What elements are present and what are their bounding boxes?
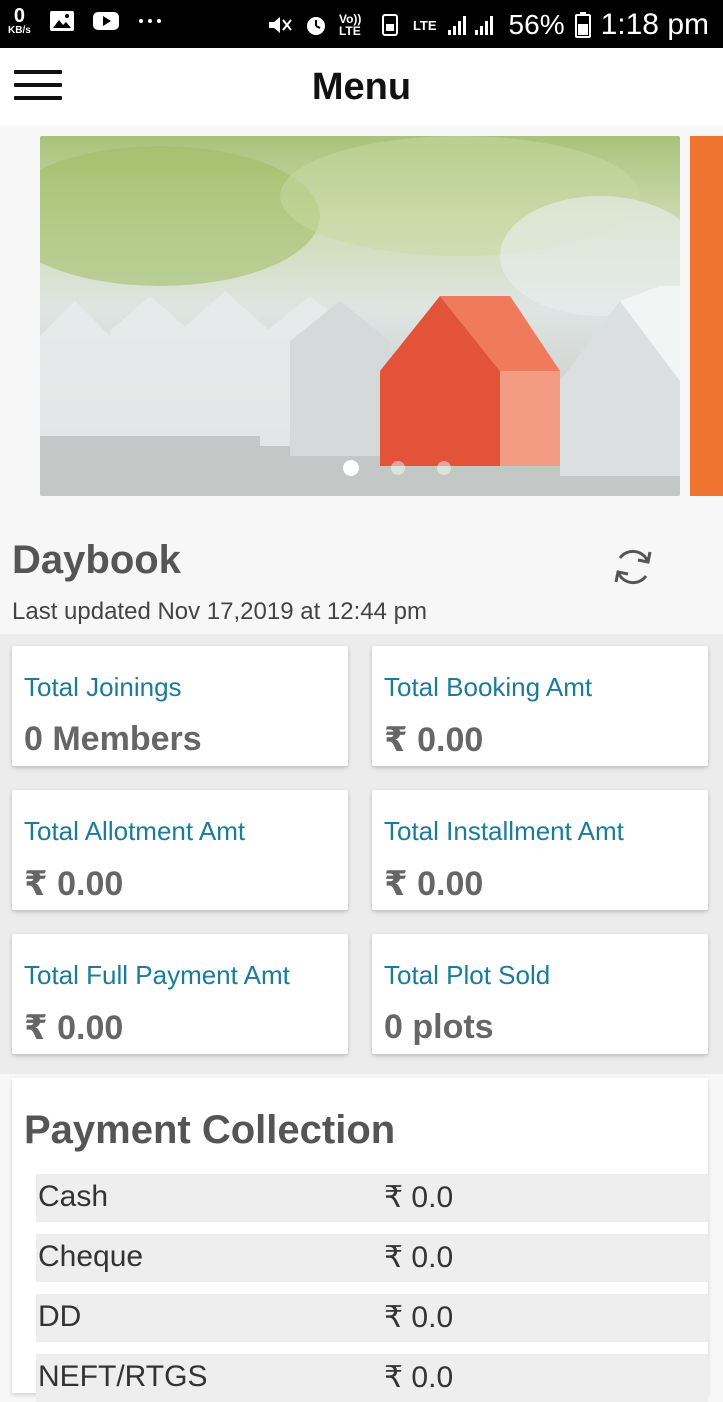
card-label: Total Allotment Amt xyxy=(24,816,246,846)
image-carousel[interactable] xyxy=(0,126,723,512)
payment-method: NEFT/RTGS xyxy=(38,1360,208,1393)
mute-icon xyxy=(268,17,292,33)
carousel-dot-2[interactable] xyxy=(391,461,405,475)
payment-method: DD xyxy=(38,1300,82,1333)
network-speed-value: 0 xyxy=(13,5,25,27)
card-total-full-payment-amt[interactable]: Total Full Payment Amt ₹ 0.00 xyxy=(12,934,348,1054)
card-value: ₹ 0.00 xyxy=(384,721,484,759)
daybook-title: Daybook xyxy=(12,538,181,582)
payment-amount: ₹ 0.0 xyxy=(384,1301,454,1334)
payment-collection-panel: Payment Collection Cash ₹ 0.0 Cheque ₹ 0… xyxy=(12,1078,708,1402)
houses-illustration xyxy=(40,136,680,496)
lte-label: LTE xyxy=(412,17,437,33)
payment-amount: ₹ 0.0 xyxy=(384,1241,454,1274)
carousel-slide-next[interactable] xyxy=(690,136,723,496)
alarm-icon xyxy=(306,17,325,35)
network-speed: 0 KB/s xyxy=(8,6,31,36)
card-label: Total Booking Amt xyxy=(384,672,593,702)
more-icon xyxy=(138,19,161,23)
network-speed-unit: KB/s xyxy=(8,25,31,36)
payment-row-cash: Cash ₹ 0.0 xyxy=(36,1174,708,1222)
payment-method: Cheque xyxy=(38,1240,144,1273)
carousel-dot-1[interactable] xyxy=(343,460,359,476)
last-updated-text: Last updated Nov 17,2019 at 12:44 pm xyxy=(12,598,427,625)
payment-row-cheque: Cheque ₹ 0.0 xyxy=(36,1234,708,1282)
image-icon xyxy=(49,11,74,31)
payment-row-dd: DD ₹ 0.0 xyxy=(36,1294,708,1342)
status-time: 1:18 pm xyxy=(600,8,709,41)
card-label: Total Installment Amt xyxy=(384,816,624,846)
card-total-booking-amt[interactable]: Total Booking Amt ₹ 0.00 xyxy=(372,646,708,766)
sim-icon xyxy=(381,14,398,36)
card-total-installment-amt[interactable]: Total Installment Amt ₹ 0.00 xyxy=(372,790,708,910)
signal-icon xyxy=(447,16,493,35)
battery-percent: 56% xyxy=(508,9,565,40)
card-value: ₹ 0.00 xyxy=(384,865,484,903)
card-value: ₹ 0.00 xyxy=(24,1009,124,1047)
payment-method: Cash xyxy=(38,1180,109,1213)
carousel-slide-houses[interactable] xyxy=(40,136,680,496)
refresh-icon[interactable] xyxy=(610,544,656,590)
stat-cards-grid: Total Joinings 0 Members Total Booking A… xyxy=(0,634,723,1074)
card-label: Total Joinings xyxy=(24,672,182,702)
card-value: 0 plots xyxy=(384,1008,494,1046)
volte-label: Vo)) LTE xyxy=(338,12,362,38)
card-value: ₹ 0.00 xyxy=(24,865,124,903)
status-bar: 0 KB/s Vo)) LTE LTE 56% 1:18 pm xyxy=(0,0,723,48)
app-bar: Menu xyxy=(0,48,723,126)
page-title: Menu xyxy=(311,66,412,108)
battery-icon xyxy=(574,12,591,38)
card-total-allotment-amt[interactable]: Total Allotment Amt ₹ 0.00 xyxy=(12,790,348,910)
daybook-header: Daybook Last updated Nov 17,2019 at 12:4… xyxy=(0,512,723,634)
card-label: Total Full Payment Amt xyxy=(24,960,290,990)
payment-amount: ₹ 0.0 xyxy=(384,1361,454,1394)
card-value: 0 Members xyxy=(24,720,202,758)
card-total-joinings[interactable]: Total Joinings 0 Members xyxy=(12,646,348,766)
card-total-plot-sold[interactable]: Total Plot Sold 0 plots xyxy=(372,934,708,1054)
carousel-dot-3[interactable] xyxy=(437,461,451,475)
youtube-icon xyxy=(92,12,119,30)
carousel-dots xyxy=(343,460,451,476)
payment-amount: ₹ 0.0 xyxy=(384,1181,454,1214)
payment-row-neft-rtgs: NEFT/RTGS ₹ 0.0 xyxy=(36,1354,708,1402)
card-label: Total Plot Sold xyxy=(384,960,551,990)
payment-collection-title: Payment Collection xyxy=(24,1108,396,1152)
